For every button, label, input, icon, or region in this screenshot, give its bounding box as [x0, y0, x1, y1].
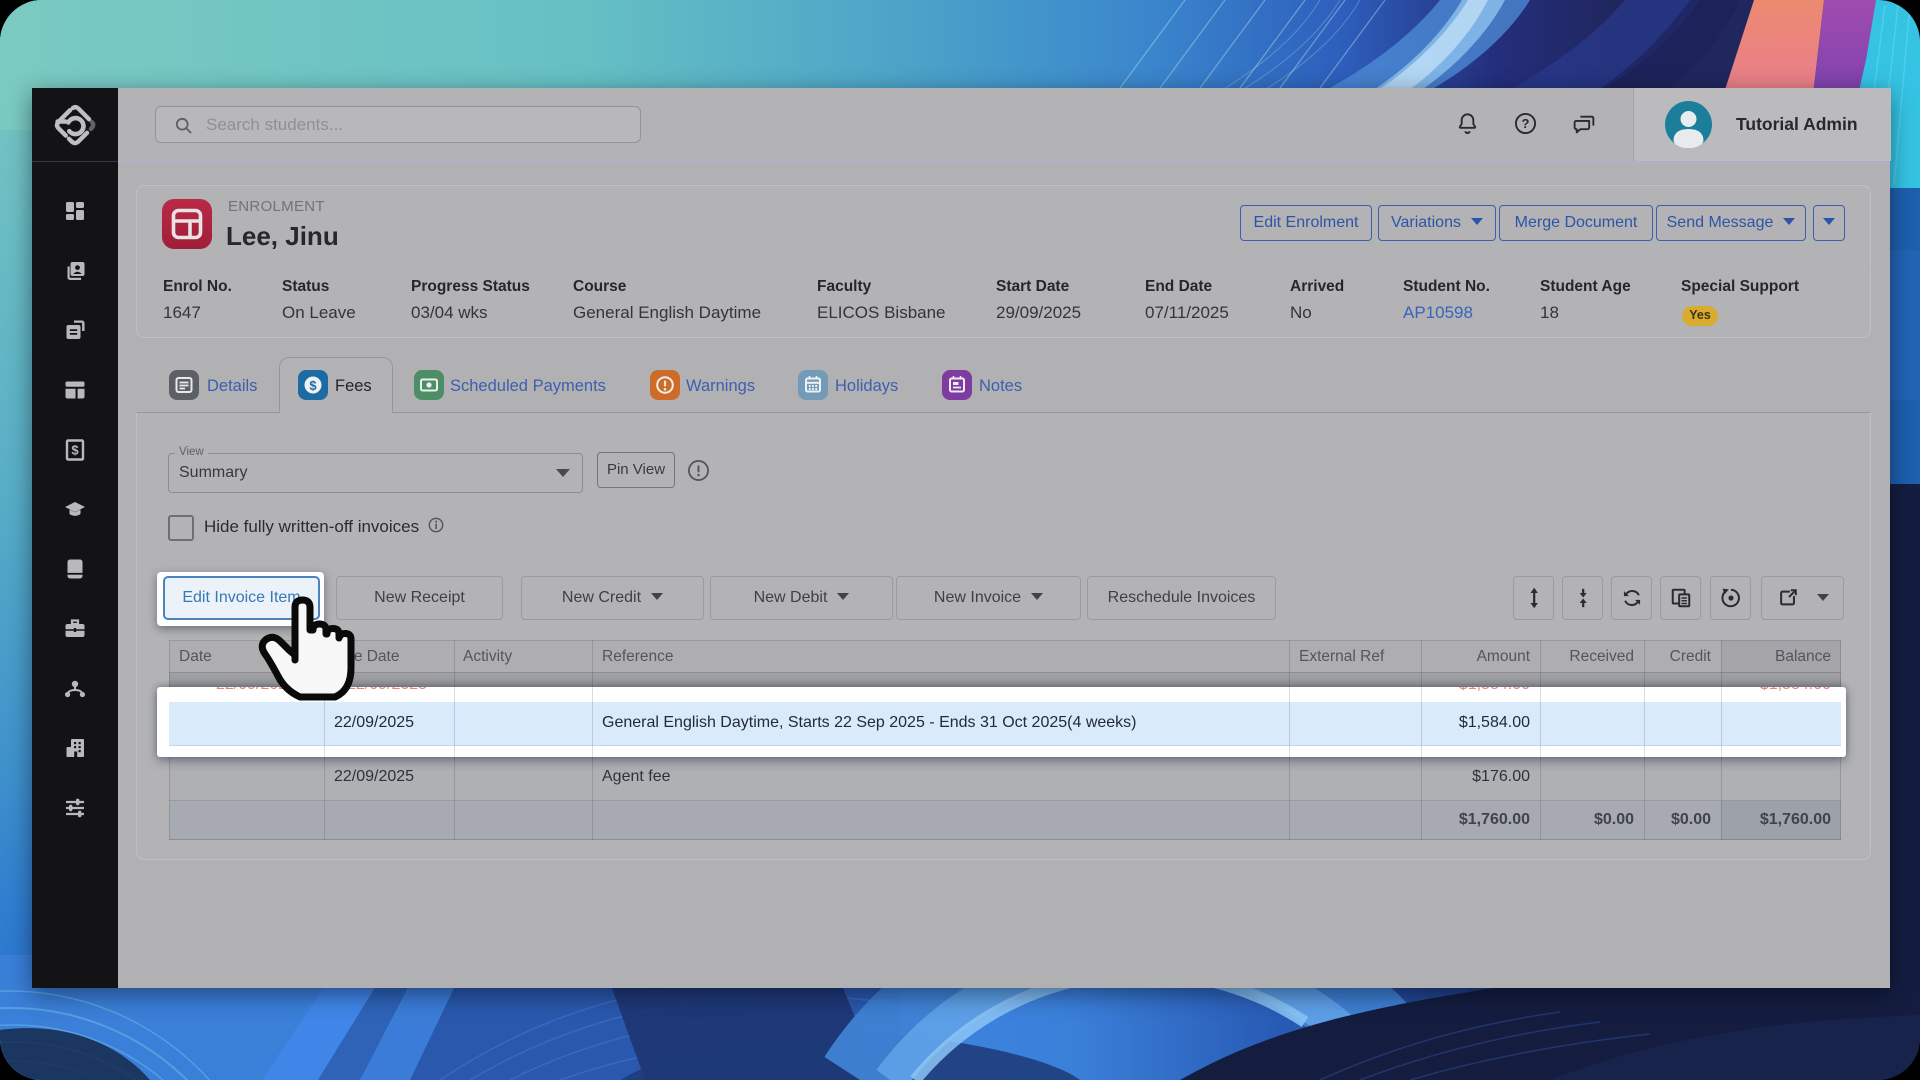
- svg-text:$: $: [71, 442, 79, 457]
- svg-text:?: ?: [1522, 116, 1530, 131]
- svg-text:$: $: [309, 378, 317, 393]
